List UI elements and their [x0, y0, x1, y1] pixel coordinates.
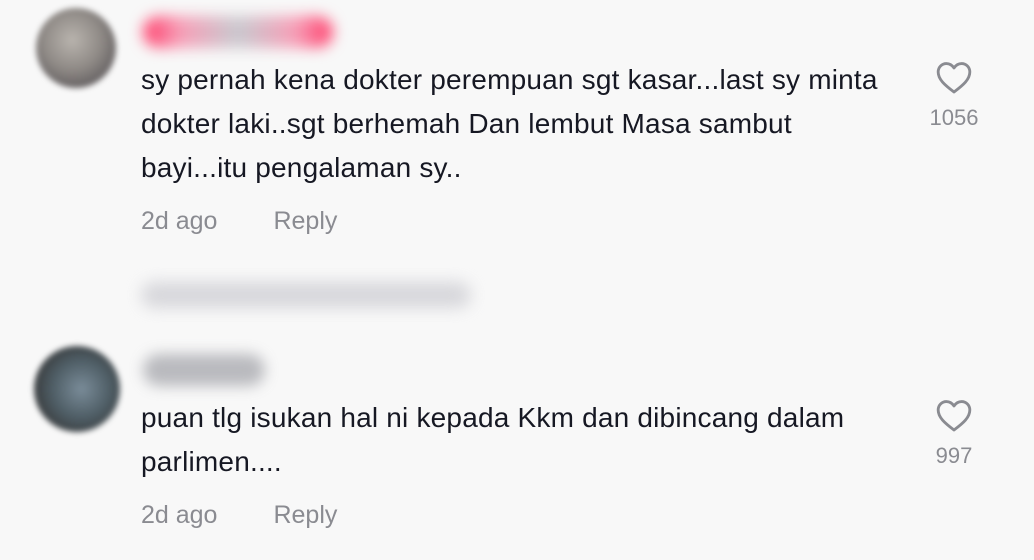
comment-meta: 2d ago Reply: [141, 501, 337, 530]
username-blurred[interactable]: [143, 354, 265, 386]
comment-time: 2d ago: [141, 207, 218, 235]
avatar[interactable]: [36, 8, 116, 88]
like-count: 1056: [929, 105, 979, 130]
reply-button[interactable]: Reply: [273, 501, 337, 530]
heart-outline-icon[interactable]: [914, 397, 994, 433]
like-count: 997: [935, 443, 973, 468]
username-blurred[interactable]: [143, 16, 333, 48]
reply-button[interactable]: Reply: [273, 207, 337, 236]
comment-meta: 2d ago Reply: [141, 207, 337, 236]
like-button[interactable]: 1056: [914, 59, 994, 131]
like-button[interactable]: 997: [914, 397, 994, 469]
comment-text: sy pernah kena dokter perempuan sgt kasa…: [141, 64, 878, 183]
heart-outline-icon[interactable]: [914, 59, 994, 95]
view-more-replies[interactable]: [141, 282, 471, 308]
comment-time: 2d ago: [141, 501, 218, 529]
comment-text: puan tlg isukan hal ni kepada Kkm dan di…: [141, 402, 845, 477]
avatar[interactable]: [34, 346, 120, 432]
